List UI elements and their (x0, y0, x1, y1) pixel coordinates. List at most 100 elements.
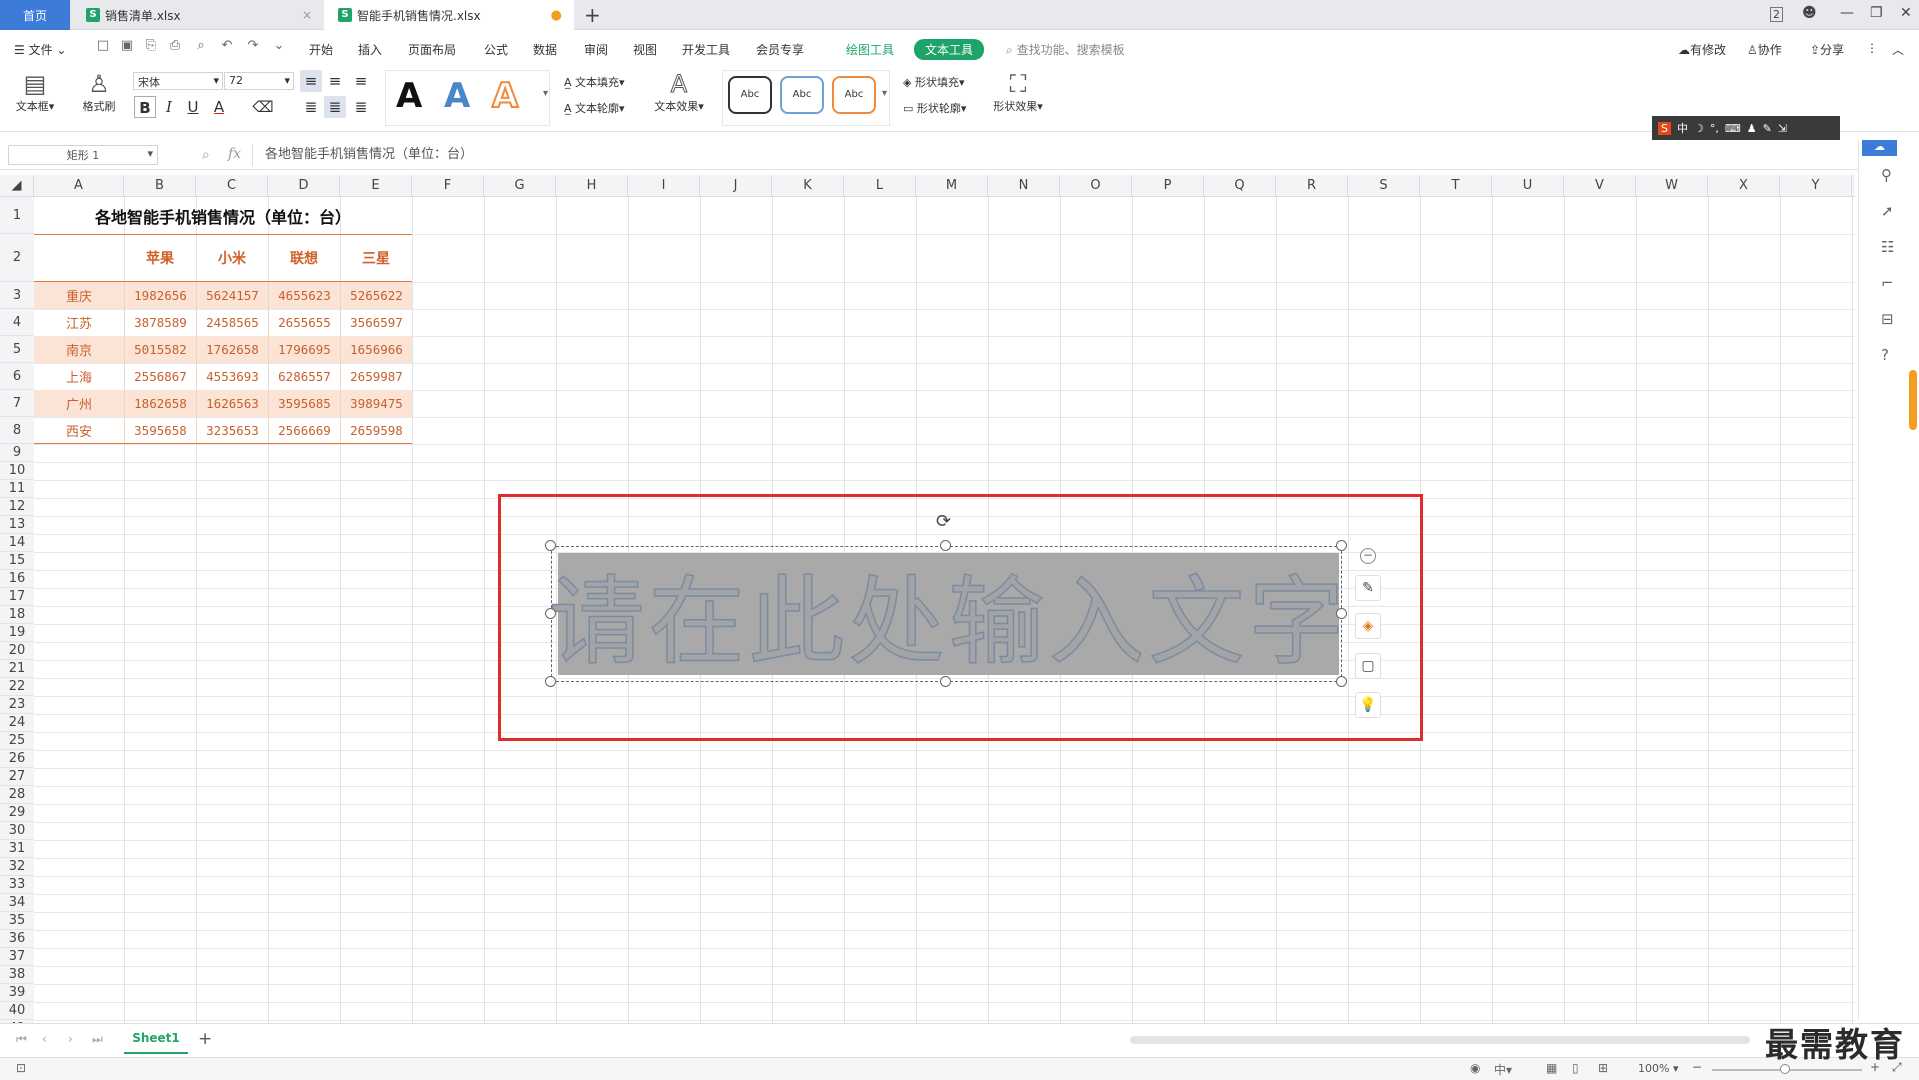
city-cell[interactable]: 江苏 (34, 309, 124, 336)
column-header[interactable]: V (1564, 175, 1636, 197)
column-header[interactable]: G (484, 175, 556, 197)
more-icon[interactable]: ⋮ (1866, 41, 1878, 55)
fill-icon[interactable]: ◈ (1355, 613, 1381, 639)
shape-outline-button[interactable]: ▭ 形状轮廓▾ (903, 100, 966, 116)
column-header[interactable]: D (268, 175, 340, 197)
row-header[interactable]: 14 (0, 534, 34, 552)
help-icon[interactable]: ? (1881, 346, 1889, 364)
row-header[interactable]: 18 (0, 606, 34, 624)
shape-style-orange[interactable]: Abc (832, 76, 876, 114)
row-header[interactable]: 19 (0, 624, 34, 642)
row-header[interactable]: 25 (0, 732, 34, 750)
column-header[interactable]: N (988, 175, 1060, 197)
cursor-icon[interactable]: ➚ (1881, 202, 1894, 220)
minimize-icon[interactable]: — (1840, 5, 1854, 21)
window-count-icon[interactable]: 2 (1770, 7, 1783, 22)
horizontal-scrollbar[interactable] (1130, 1036, 1750, 1044)
shape-effects-button[interactable]: ⛶ 形状效果▾ (988, 70, 1048, 114)
value-cell[interactable]: 4553693 (196, 363, 268, 390)
row-header[interactable]: 3 (0, 282, 34, 309)
column-header[interactable]: H (556, 175, 628, 197)
value-cell[interactable]: 1626563 (196, 390, 268, 417)
menu-text-tools[interactable]: 文本工具 (914, 39, 985, 60)
row-header[interactable]: 36 (0, 930, 34, 948)
prev-sheet-icon[interactable]: ‹ (42, 1032, 47, 1046)
row-header[interactable]: 28 (0, 786, 34, 804)
row-header[interactable]: 1 (0, 197, 34, 234)
shape-style-blue[interactable]: Abc (780, 76, 824, 114)
resize-handle-right[interactable] (1336, 608, 1347, 619)
wordart-style-black[interactable]: A (396, 76, 422, 116)
collapse-tools-icon[interactable]: − (1360, 548, 1376, 564)
row-header[interactable]: 37 (0, 948, 34, 966)
row-header[interactable]: 38 (0, 966, 34, 984)
menu-page-layout[interactable]: 页面布局 (408, 41, 456, 58)
value-cell[interactable]: 3989475 (340, 390, 412, 417)
wordart-style-orange-outline[interactable]: A (491, 75, 519, 117)
column-header[interactable]: M (916, 175, 988, 197)
text-fill-button[interactable]: A̲ 文本填充▾ (564, 74, 625, 90)
page-layout-view-icon[interactable]: ▯ (1572, 1061, 1579, 1075)
new-doc-icon[interactable]: □ (96, 39, 110, 53)
menu-view[interactable]: 视图 (633, 41, 657, 58)
value-cell[interactable]: 3595658 (124, 417, 196, 444)
panel-scroll-thumb[interactable] (1909, 370, 1917, 430)
value-cell[interactable]: 3566597 (340, 309, 412, 336)
menu-drawing-tools[interactable]: 绘图工具 (846, 41, 894, 58)
vertical-scrollbar[interactable] (1861, 190, 1869, 990)
value-cell[interactable]: 1656966 (340, 336, 412, 363)
outline-shape-icon[interactable]: ▢ (1355, 653, 1381, 679)
column-header[interactable]: F (412, 175, 484, 197)
shape-gallery-more-icon[interactable]: ▾ (882, 88, 887, 99)
add-sheet-button[interactable]: + (198, 1029, 212, 1049)
row-header[interactable]: 23 (0, 696, 34, 714)
tab-home[interactable]: 首页 (0, 0, 70, 30)
row-header[interactable]: 16 (0, 570, 34, 588)
collapse-ribbon-icon[interactable]: ︿ (1892, 41, 1904, 58)
column-header[interactable]: B (124, 175, 196, 197)
menu-data[interactable]: 数据 (533, 41, 557, 58)
value-cell[interactable]: 2566669 (268, 417, 340, 444)
rotate-handle-icon[interactable]: ⟳ (936, 511, 951, 532)
value-cell[interactable]: 1796695 (268, 336, 340, 363)
column-header[interactable]: Y (1780, 175, 1852, 197)
city-cell[interactable]: 南京 (34, 336, 124, 363)
zoom-formula-icon[interactable]: ⌕ (202, 147, 210, 163)
column-header[interactable]: R (1276, 175, 1348, 197)
row-header[interactable]: 9 (0, 444, 34, 462)
city-cell[interactable]: 上海 (34, 363, 124, 390)
row-header[interactable]: 4 (0, 309, 34, 336)
brand-header-cell[interactable]: 三星 (340, 234, 412, 282)
value-cell[interactable]: 3878589 (124, 309, 196, 336)
bracket-icon[interactable]: ⌐ (1881, 274, 1894, 292)
title-cell[interactable]: 各地智能手机销售情况（单位：台） (34, 197, 412, 234)
link-icon[interactable]: ⚲ (1881, 166, 1892, 184)
align-right-icon[interactable]: ≣ (350, 96, 372, 118)
row-header[interactable]: 32 (0, 858, 34, 876)
italic-button[interactable]: I (158, 96, 180, 118)
has-changes-button[interactable]: ☁有修改 (1678, 41, 1726, 58)
file-menu[interactable]: ☰ 文件 ⌄ (14, 41, 66, 58)
brand-header-cell[interactable]: 苹果 (124, 234, 196, 282)
clear-format-icon[interactable]: ⌫ (252, 96, 274, 118)
menu-start[interactable]: 开始 (309, 41, 333, 58)
gallery-more-icon[interactable]: ▾ (543, 88, 548, 99)
row-header[interactable]: 13 (0, 516, 34, 534)
resize-handle-bottom-left[interactable] (545, 676, 556, 687)
row-header[interactable]: 17 (0, 588, 34, 606)
column-header[interactable]: A (34, 175, 124, 197)
last-sheet-icon[interactable]: ⏭ (92, 1032, 103, 1047)
row-header[interactable]: 35 (0, 912, 34, 930)
row-header[interactable]: 24 (0, 714, 34, 732)
fx-icon[interactable]: fx (228, 146, 241, 162)
city-cell[interactable]: 重庆 (34, 282, 124, 309)
value-cell[interactable]: 5015582 (124, 336, 196, 363)
column-header[interactable]: S (1348, 175, 1420, 197)
next-sheet-icon[interactable]: › (68, 1032, 73, 1046)
formula-input[interactable]: 各地智能手机销售情况（单位：台） (252, 144, 1852, 166)
brand-header-cell[interactable]: 小米 (196, 234, 268, 282)
column-header[interactable]: X (1708, 175, 1780, 197)
format-painter-button[interactable]: ♙ 格式刷 (76, 70, 122, 114)
sliders-icon[interactable]: ☷ (1881, 238, 1894, 256)
backup-icon[interactable]: ⊟ (1881, 310, 1894, 328)
